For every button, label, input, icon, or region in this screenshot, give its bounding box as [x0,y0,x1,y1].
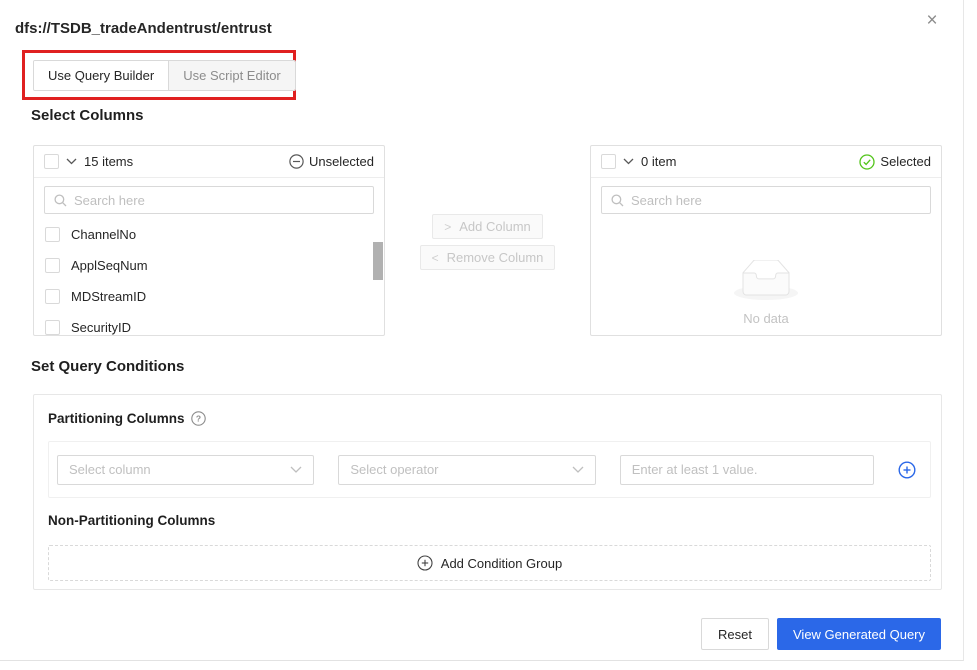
list-item[interactable]: MDStreamID [44,281,374,312]
check-circle-icon [859,153,876,170]
target-select-all-checkbox[interactable] [601,154,616,169]
conditions-panel: Partitioning Columns ? Select column Sel… [33,394,942,590]
modal-footer: Reset View Generated Query [701,618,941,650]
source-column-list: ChannelNo ApplSeqNum MDStreamID Security… [44,219,374,343]
tab-use-script-editor[interactable]: Use Script Editor [169,61,295,90]
column-label: SecurityID [71,320,131,335]
remove-column-button[interactable]: < Remove Column [419,245,556,270]
list-item[interactable]: ApplSeqNum [44,250,374,281]
target-search-box [601,186,931,214]
close-icon[interactable]: × [921,10,943,32]
condition-value-input[interactable] [620,455,873,484]
modal-title: dfs://TSDB_tradeAndentrust/entrust [15,20,272,37]
source-panel-header: 15 items Unselected [34,146,384,178]
question-circle-icon[interactable]: ? [190,411,206,426]
query-conditions-heading: Set Query Conditions [31,358,185,375]
minus-circle-icon [289,154,304,169]
tab-use-query-builder[interactable]: Use Query Builder [34,61,170,90]
source-search-box [44,186,374,214]
add-column-button[interactable]: > Add Column [432,214,543,239]
target-panel-body: No data [591,178,941,336]
add-condition-icon[interactable] [898,460,916,479]
column-checkbox[interactable] [45,289,60,304]
source-status-label: Unselected [308,154,374,169]
target-status: Selected [859,153,931,170]
column-checkbox[interactable] [45,227,60,242]
partition-condition-row: Select column Select operator [48,441,931,498]
chevron-right-icon: > [444,219,452,234]
source-columns-panel: 15 items Unselected ChannelNo ApplSeqNum [33,145,385,336]
reset-button[interactable]: Reset [701,618,769,650]
select-columns-heading: Select Columns [31,107,144,124]
target-panel-header: 0 item Selected [591,146,941,178]
plus-circle-icon [898,460,916,479]
add-column-label: Add Column [459,219,531,234]
column-checkbox[interactable] [45,320,60,335]
column-label: MDStreamID [71,289,147,304]
chevron-down-icon[interactable] [66,158,77,165]
source-status: Unselected [289,154,374,169]
column-checkbox[interactable] [45,258,60,273]
target-status-label: Selected [880,154,931,169]
query-builder-modal: dfs://TSDB_tradeAndentrust/entrust × Use… [0,0,964,661]
value-input-wrap [619,454,874,485]
source-list-scrollbar[interactable] [373,242,383,280]
chevron-down-icon[interactable] [623,158,634,165]
empty-text: No data [743,311,789,326]
source-panel-body: ChannelNo ApplSeqNum MDStreamID Security… [34,178,384,336]
target-count-label: 0 item [641,154,677,169]
non-partitioning-columns-text: Non-Partitioning Columns [48,513,216,528]
svg-text:?: ? [195,414,200,424]
chevron-down-icon [290,466,302,473]
target-columns-panel: 0 item Selected No data [590,145,942,336]
remove-column-label: Remove Column [446,250,544,265]
column-label: ApplSeqNum [71,258,148,273]
partitioning-columns-text: Partitioning Columns [48,411,185,426]
chevron-down-icon [572,466,584,473]
empty-inbox-icon [734,260,798,300]
target-search-input[interactable] [631,192,921,208]
view-generated-query-button[interactable]: View Generated Query [777,618,941,650]
add-condition-group-button[interactable]: Add Condition Group [48,545,931,581]
list-item[interactable]: SecurityID [44,312,374,343]
editor-mode-tabs: Use Query Builder Use Script Editor [33,60,296,91]
plus-circle-icon [417,555,433,571]
source-select-all-checkbox[interactable] [44,154,59,169]
chevron-left-icon: < [431,250,439,265]
search-icon [54,193,67,206]
partitioning-columns-label: Partitioning Columns ? [48,411,206,426]
source-search-input[interactable] [74,192,364,208]
column-label: ChannelNo [71,227,137,242]
column-select-placeholder: Select column [69,462,151,477]
transfer-buttons: > Add Column < Remove Column [386,214,589,270]
operator-select[interactable]: Select operator [338,454,596,485]
add-condition-group-label: Add Condition Group [440,555,563,571]
empty-state: No data [591,260,941,326]
list-item[interactable]: ChannelNo [44,219,374,250]
source-count-label: 15 items [84,154,134,169]
column-select[interactable]: Select column [57,454,315,485]
search-icon [611,193,624,206]
operator-select-placeholder: Select operator [350,462,439,477]
non-partitioning-columns-label: Non-Partitioning Columns [48,513,215,528]
